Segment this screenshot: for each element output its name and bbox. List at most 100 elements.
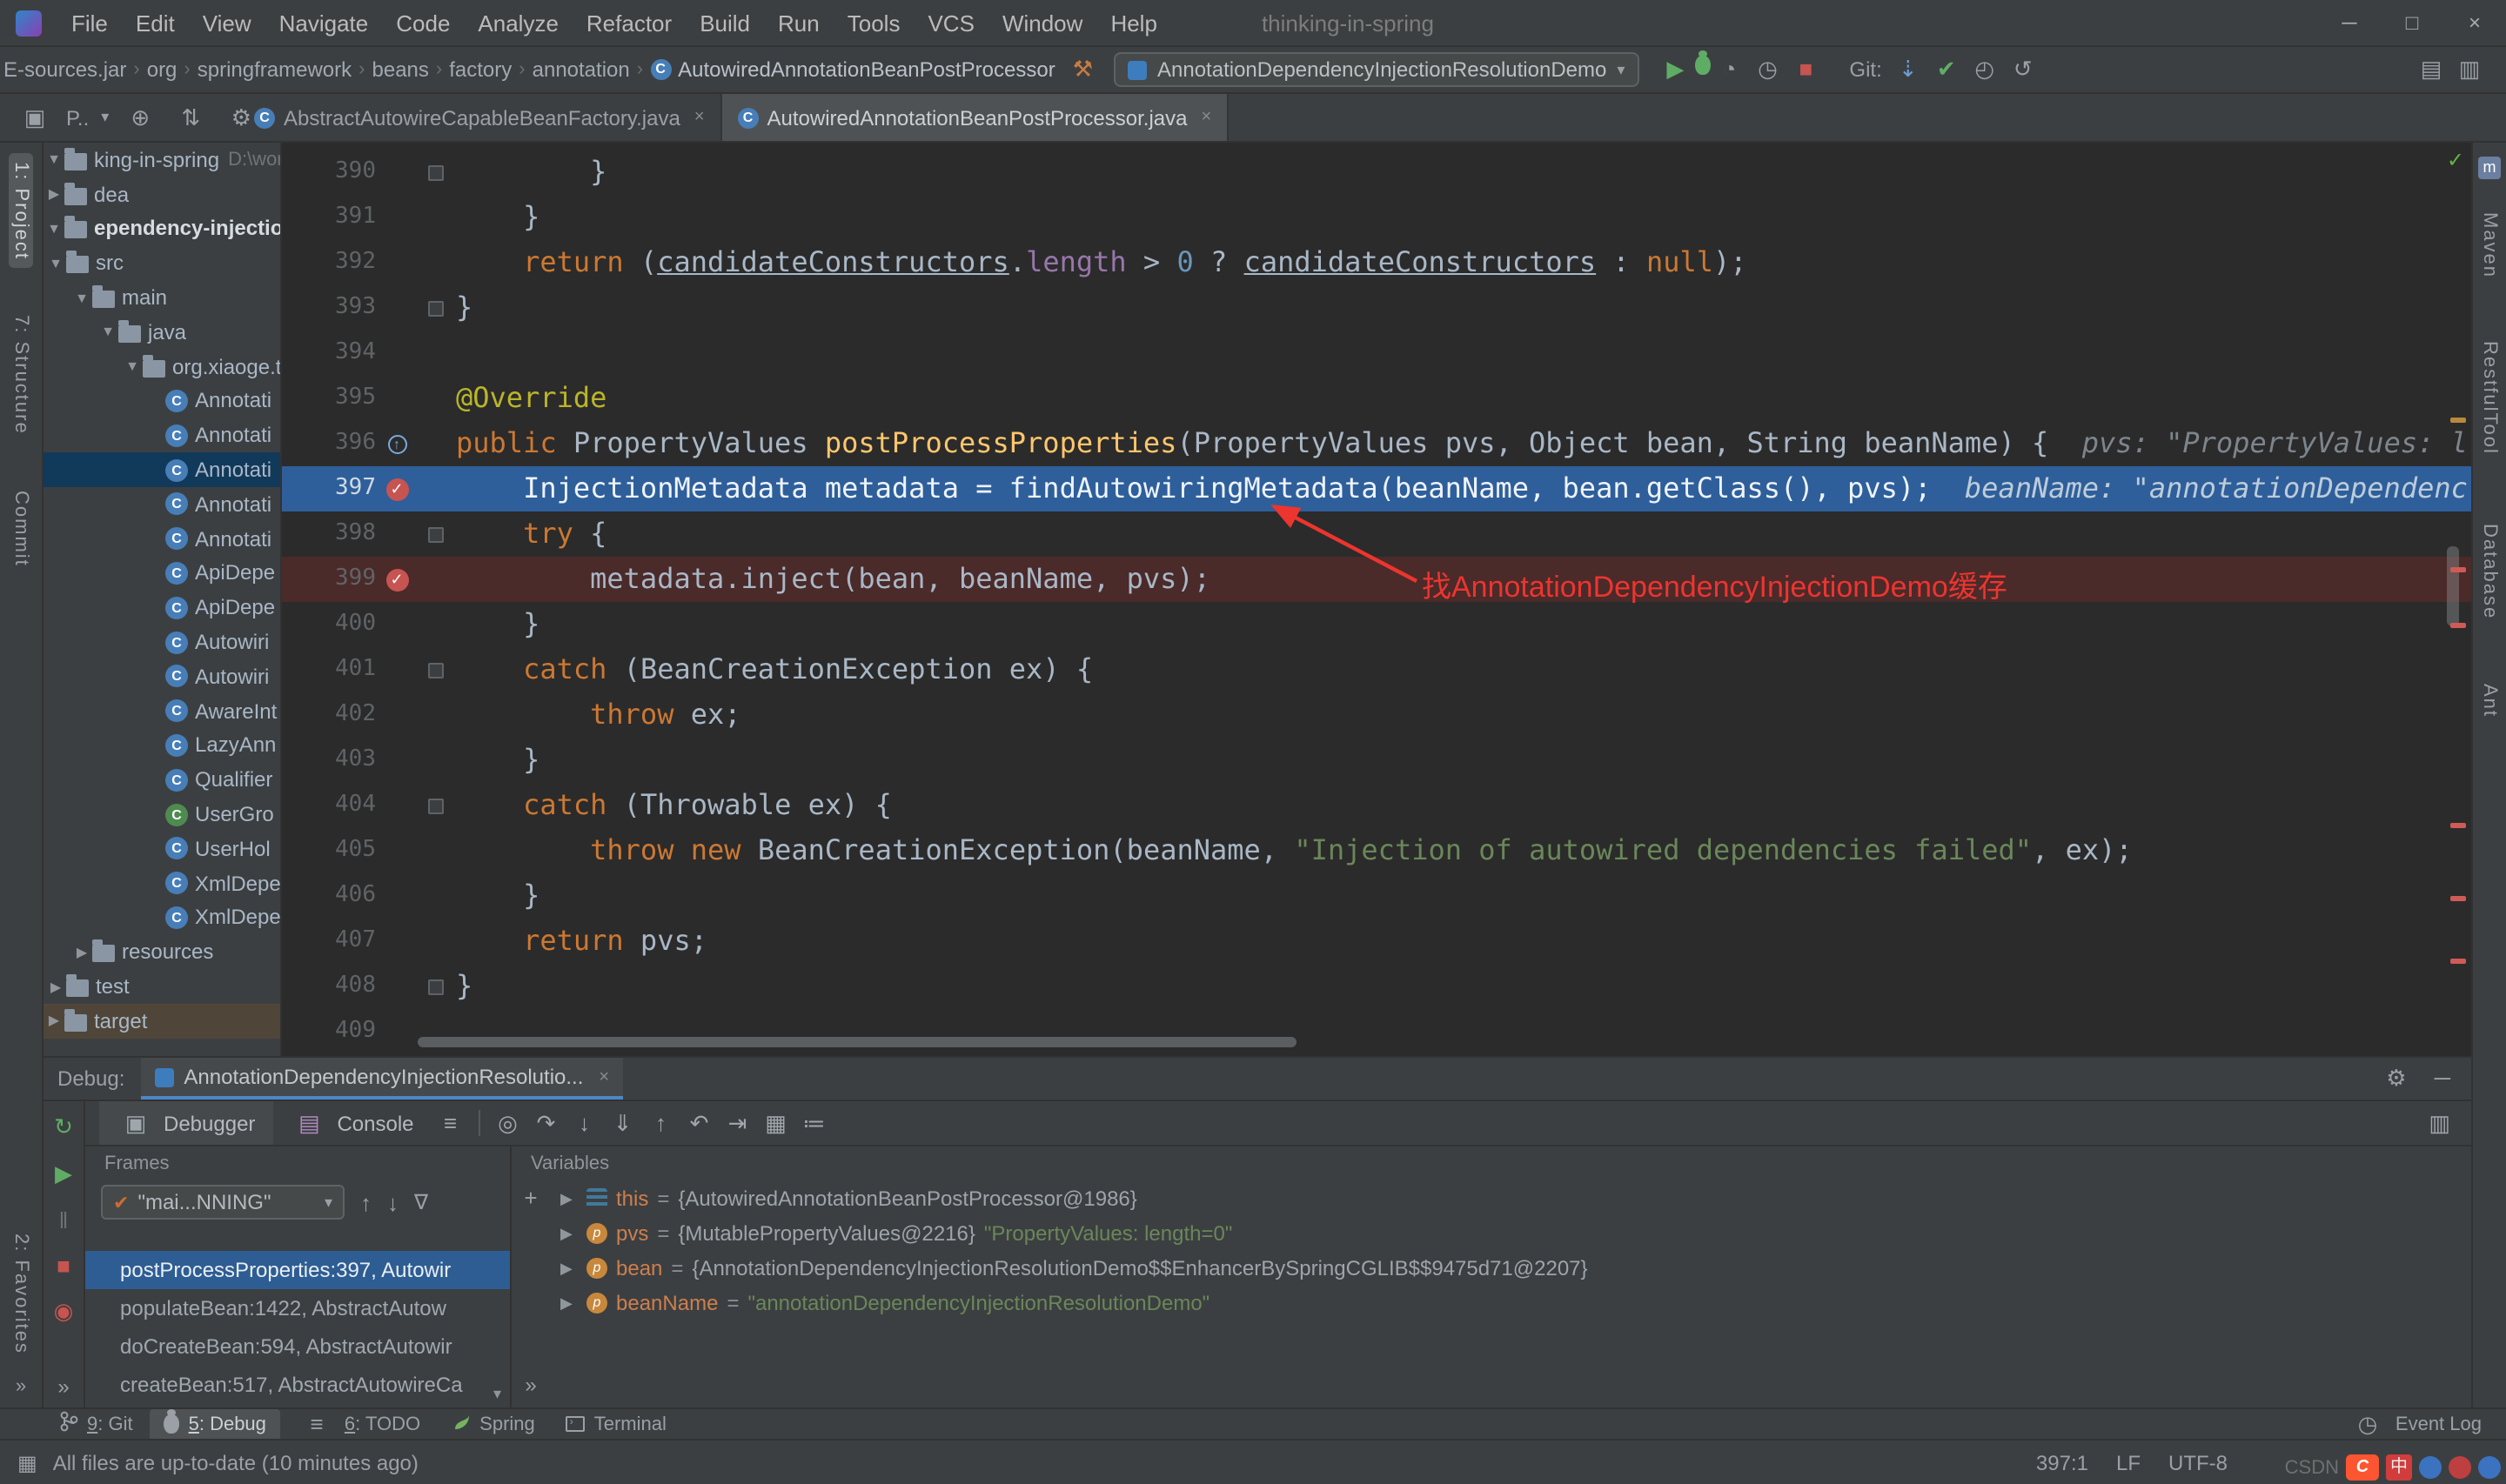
tree-item[interactable]: CUserHol [44,832,280,866]
error-stripe-mark[interactable] [2450,823,2466,828]
breadcrumb-class[interactable]: C AutowiredAnnotationBeanPostProcessor [647,57,1059,82]
code-line[interactable]: 406 } [282,873,2471,919]
tool-stripe-maven[interactable]: Maven [2477,204,2502,287]
project-view-icon[interactable]: ▣ [16,104,54,131]
fold-icon[interactable] [428,798,444,813]
stack-frame[interactable]: createBean:517, AbstractAutowireCa [85,1366,510,1404]
horizontal-scrollbar[interactable] [418,1037,1297,1047]
tree-item[interactable]: CAnnotati [44,452,280,487]
tool-stripe-structure[interactable]: 7: Structure [9,307,33,445]
coverage-icon[interactable]: ◔ [1710,56,1748,84]
breadcrumb-item[interactable]: E-sources.jar [0,57,130,82]
file-encoding[interactable]: UTF-8 [2168,1450,2228,1474]
chevron-right-icon[interactable]: ▶ [44,1013,64,1029]
menu-code[interactable]: Code [382,0,464,46]
line-separator[interactable]: LF [2116,1450,2141,1474]
menu-vcs[interactable]: VCS [914,0,988,46]
tool-stripe-commit[interactable]: Commit [9,483,33,577]
fold-icon[interactable] [428,164,444,180]
project-view-label[interactable]: P.. [66,105,89,130]
run-icon[interactable]: ▶ [1656,56,1694,84]
breadcrumb-item[interactable]: beans [369,57,432,82]
stack-frame[interactable]: populateBean:1422, AbstractAutow [85,1289,510,1327]
chevron-down-icon[interactable]: ▼ [122,358,143,374]
minimize-button[interactable]: ─ [2318,0,2381,46]
run-configuration-select[interactable]: AnnotationDependencyInjectionResolutionD… [1114,52,1638,87]
error-stripe-mark[interactable] [2450,567,2466,572]
tool-stripe-restfultool[interactable]: RestfulTool [2477,332,2502,464]
event-log-button[interactable]: ◷Event Log [2349,1410,2482,1438]
more-icon[interactable]: » [16,1376,26,1397]
commit-icon[interactable]: ✔ [1927,56,1966,84]
tool-stripe-favorites[interactable]: 2: Favorites [9,1224,33,1362]
code-line[interactable]: 405 throw new BeanCreationException(bean… [282,828,2471,873]
fold-icon[interactable] [428,979,444,994]
toolwindow-button-terminal[interactable]: ›Terminal [553,1408,680,1440]
tree-item[interactable]: ▼ependency-injection [44,211,280,246]
error-stripe-mark[interactable] [2450,896,2466,901]
stop-icon[interactable]: ■ [44,1253,83,1279]
variable-row[interactable]: ▶pbean = {AnnotationDependencyInjectionR… [550,1251,2471,1286]
code-line[interactable]: 408} [282,964,2471,1009]
tree-item[interactable]: ▶test [44,969,280,1004]
menu-build[interactable]: Build [686,0,764,46]
fold-icon[interactable] [428,526,444,542]
force-step-into-icon[interactable]: ⇓ [604,1109,642,1137]
code-line[interactable]: 390 } [282,150,2471,195]
breakpoint-icon[interactable]: ✓ [385,568,408,591]
menu-window[interactable]: Window [988,0,1097,46]
line-number[interactable]: 401 [282,647,379,692]
debug-icon[interactable] [1694,56,1710,75]
code-editor[interactable]: 390 }391 }392 return (candidateConstruct… [282,143,2471,1056]
view-breakpoints-icon[interactable]: ◉ [44,1298,83,1326]
chevron-down-icon[interactable]: ▼ [97,324,118,340]
menu-view[interactable]: View [189,0,265,46]
line-number[interactable]: 405 [282,828,379,873]
editor-tab[interactable]: CAutowiredAnnotationBeanPostProcessor.ja… [722,94,1230,141]
menu-navigate[interactable]: Navigate [265,0,383,46]
override-method-icon[interactable]: ↑ [387,434,406,453]
menu-file[interactable]: File [57,0,122,46]
hide-panel-icon[interactable]: ─ [2435,1065,2450,1093]
line-number[interactable]: 393 [282,285,379,331]
line-number[interactable]: 398 [282,511,379,557]
pause-icon[interactable]: ‖ [44,1207,83,1233]
vertical-scrollbar[interactable] [2447,546,2459,626]
stop-icon[interactable]: ■ [1786,56,1825,84]
chevron-down-icon[interactable]: ▼ [44,152,64,168]
maximize-button[interactable]: □ [2381,0,2443,46]
tree-item[interactable]: CAnnotati [44,418,280,453]
event-log-icon[interactable]: ◷ [2349,1410,2387,1438]
console-tab-icon[interactable]: ▤ [290,1109,328,1137]
tree-item[interactable]: CAnnotati [44,522,280,557]
profiler-icon[interactable]: ◷ [1748,56,1786,84]
history-icon[interactable]: ◴ [1966,56,2004,84]
add-watch-icon[interactable]: + [524,1185,537,1211]
toolwindow-button-git[interactable]: 9: Git [45,1408,147,1440]
chevron-right-icon[interactable]: ▶ [560,1259,578,1278]
settings-gear-icon[interactable]: ⚙ [2386,1065,2406,1093]
code-line[interactable]: 403 } [282,738,2471,783]
line-number[interactable]: 406 [282,873,379,919]
toolwindow-button-debug[interactable]: 5: Debug [151,1408,280,1440]
tree-item[interactable]: CAwareInt [44,694,280,729]
toolwindow-button-todo[interactable]: ≡6: TODO [284,1408,434,1440]
code-line[interactable]: 396↑public PropertyValues postProcessPro… [282,421,2471,466]
tree-item[interactable]: ▶resources [44,935,280,970]
breadcrumb-item[interactable]: annotation [529,57,633,82]
show-execution-point-icon[interactable]: ◎ [489,1109,527,1137]
update-project-icon[interactable]: ⇣ [1889,56,1927,84]
tree-item[interactable]: CLazyAnn [44,728,280,763]
debug-session-tab[interactable]: AnnotationDependencyInjectionResolutio..… [140,1058,623,1100]
line-number[interactable]: 404 [282,783,379,828]
chevron-right-icon[interactable]: ▶ [560,1224,578,1243]
line-number[interactable]: 392 [282,240,379,285]
breadcrumb-item[interactable]: factory [446,57,515,82]
chevron-right-icon[interactable]: ▶ [560,1293,578,1313]
tree-item[interactable]: CUserGro [44,797,280,832]
code-line[interactable]: 394 [282,331,2471,376]
run-to-cursor-icon[interactable]: ⇥ [719,1109,757,1137]
line-number[interactable]: 394 [282,331,379,376]
line-number[interactable]: 408 [282,964,379,1009]
code-line[interactable]: 400 } [282,602,2471,647]
